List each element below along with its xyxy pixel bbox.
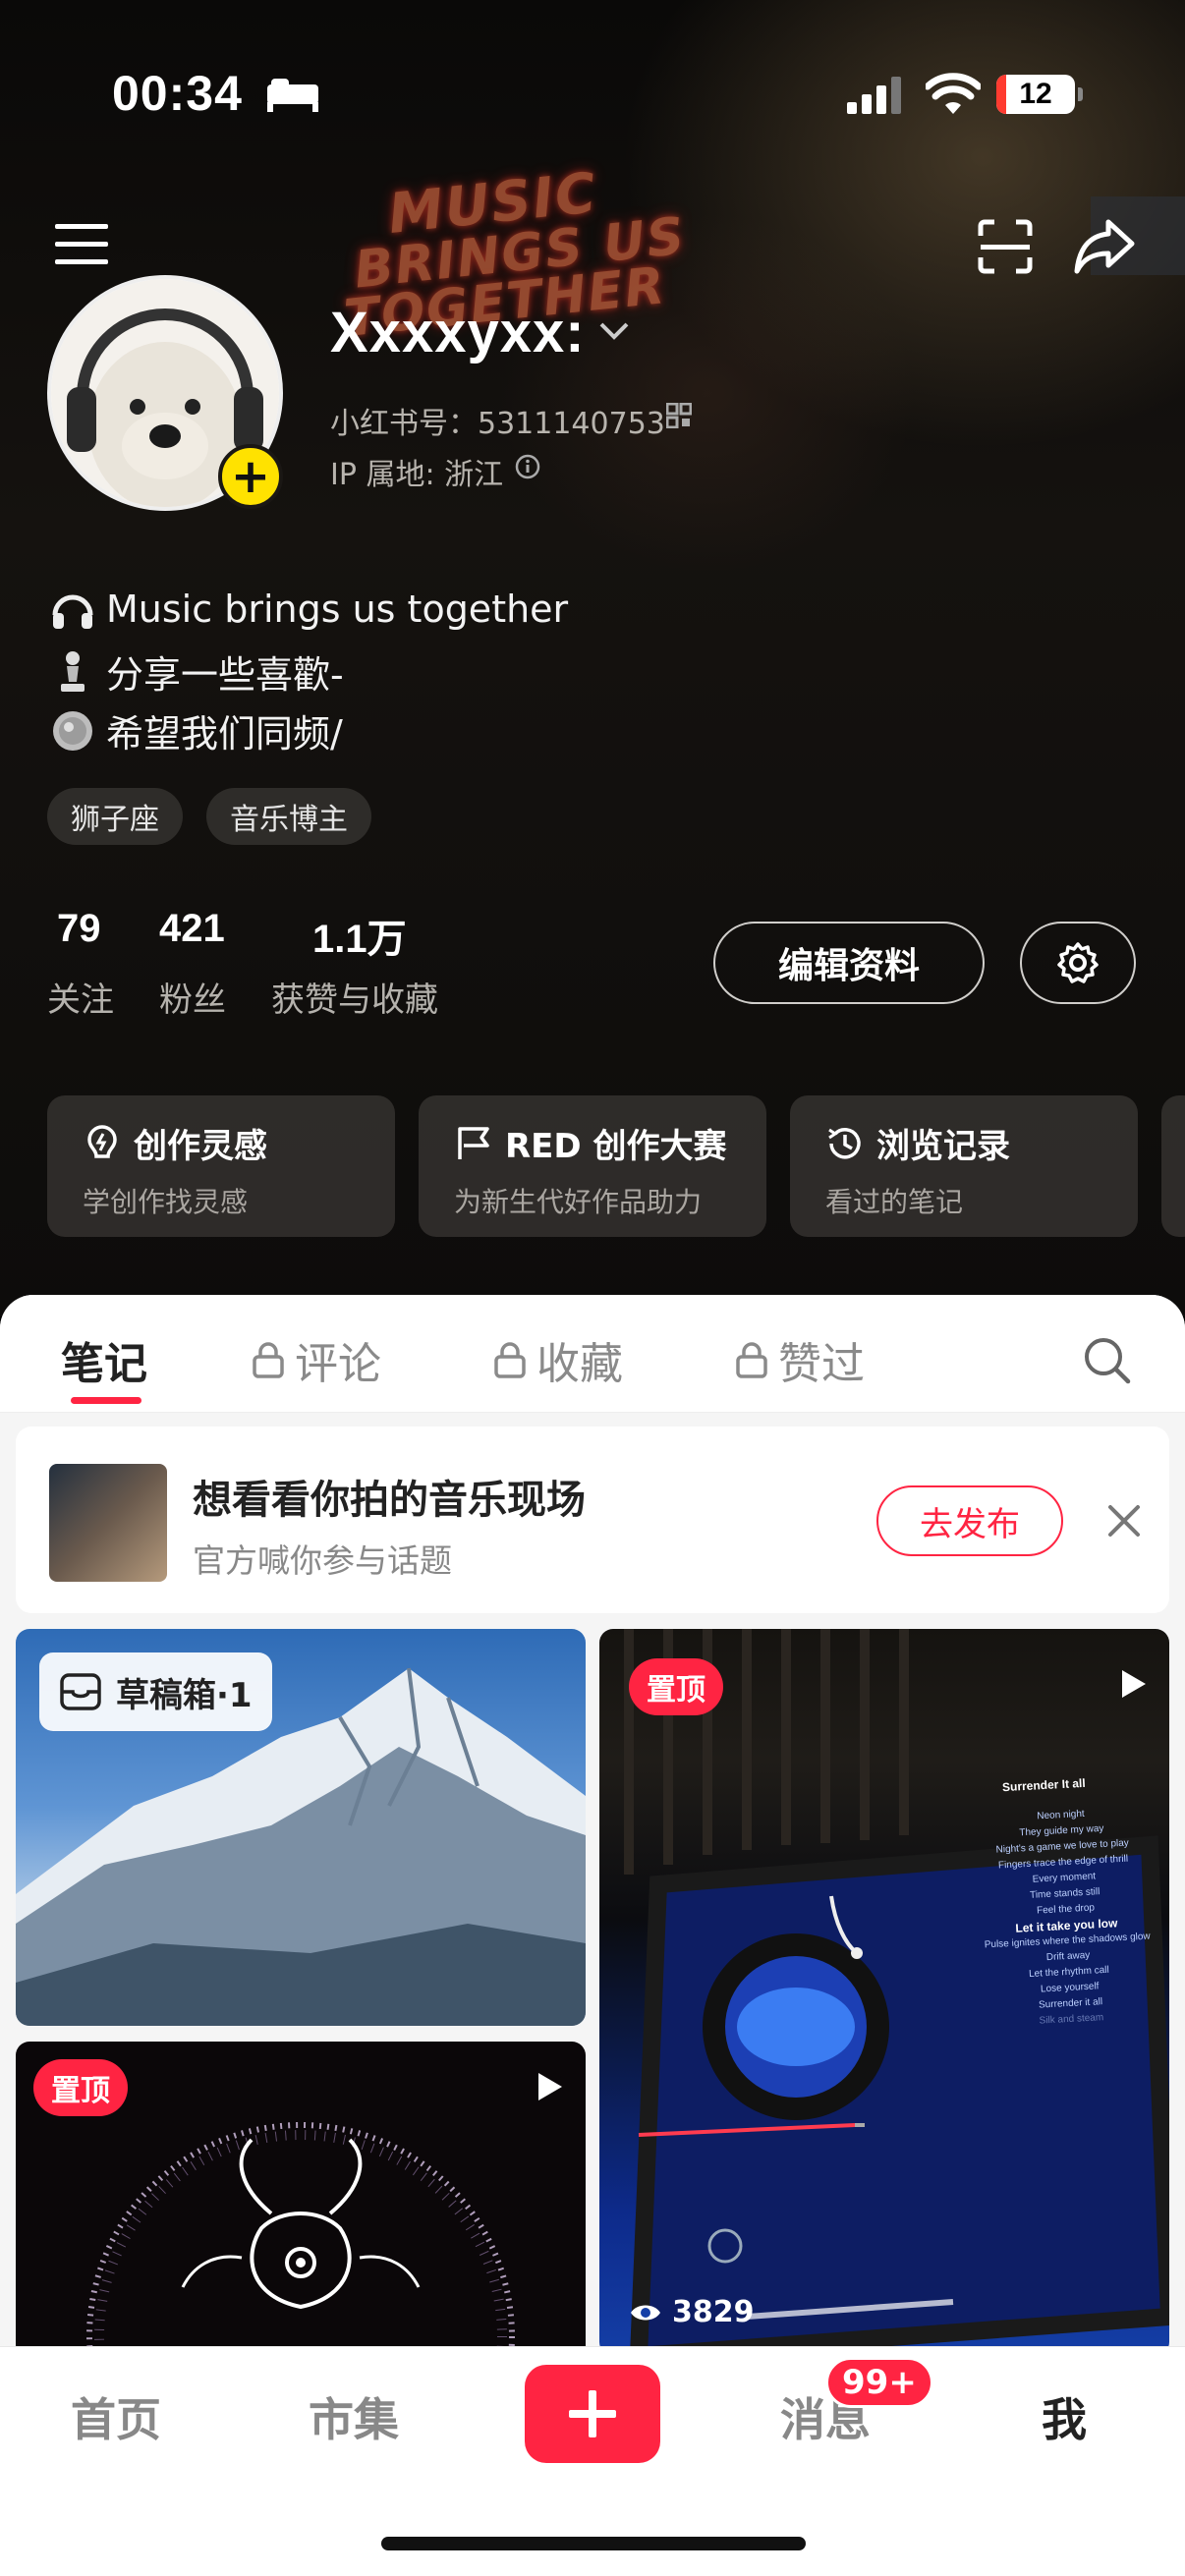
topic-banner[interactable]: 想看看你拍的音乐现场 官方喊你参与话题 去发布	[16, 1427, 1169, 1613]
topic-subtitle: 官方喊你参与话题	[193, 1541, 452, 1580]
card-title: 浏览记录	[876, 1127, 1010, 1166]
nav-me[interactable]: 我	[1042, 2384, 1087, 2449]
topic-thumbnail	[49, 1464, 167, 1582]
card-title: RED 创作大赛	[505, 1127, 727, 1166]
view-count: 3829	[629, 2295, 755, 2329]
bio-line: 分享一些喜歡-	[49, 644, 344, 699]
tab-collections[interactable]: 收藏	[493, 1328, 623, 1391]
chess-pawn-icon	[61, 650, 85, 692]
bio-line: Music brings us together	[49, 586, 568, 633]
home-indicator[interactable]	[381, 2537, 806, 2550]
following-count[interactable]: 79	[57, 907, 101, 951]
gear-icon	[1057, 942, 1099, 983]
card-overflow[interactable]	[1161, 1095, 1185, 1237]
bio-text: Music brings us together	[106, 588, 569, 631]
close-icon[interactable]	[1100, 1497, 1148, 1544]
card-inspiration[interactable]: 创作灵感 学创作找灵感	[47, 1095, 395, 1237]
note-tile-player[interactable]: Surrender It all Neon night They guide my…	[599, 1629, 1169, 2356]
lock-icon	[736, 1342, 767, 1378]
search-icon[interactable]	[1083, 1336, 1132, 1385]
nickname: Xxxxyxx:	[330, 301, 586, 364]
note-tile-drafts[interactable]: 草稿箱·1	[16, 1629, 586, 2026]
lock-icon	[253, 1342, 284, 1378]
pinned-badge: 置顶	[629, 1658, 723, 1715]
tag-zodiac[interactable]: 狮子座	[47, 788, 183, 845]
status-time: 00:34	[112, 66, 243, 121]
post-button[interactable]	[525, 2365, 660, 2463]
flag-icon	[458, 1126, 489, 1159]
drafts-badge[interactable]: 草稿箱·1	[39, 1652, 272, 1731]
inbox-icon	[60, 1673, 101, 1710]
card-subtitle: 看过的笔记	[825, 1186, 964, 1218]
share-icon[interactable]	[1073, 216, 1136, 275]
eye-icon	[631, 2305, 660, 2320]
tag-music-blogger[interactable]: 音乐博主	[206, 788, 371, 845]
video-play-icon	[538, 2073, 562, 2100]
card-title: 创作灵感	[134, 1127, 267, 1166]
qr-code-icon[interactable]	[666, 403, 692, 428]
tab-notes[interactable]: 笔记	[61, 1328, 147, 1391]
video-play-icon	[1122, 1670, 1146, 1698]
plus-icon	[569, 2390, 616, 2437]
card-subtitle: 学创作找灵感	[83, 1186, 249, 1218]
pinned-badge: 置顶	[33, 2059, 128, 2116]
following-label[interactable]: 关注	[47, 973, 114, 1021]
messages-badge: 99+	[825, 2357, 933, 2408]
info-icon[interactable]	[515, 454, 540, 479]
headphones-icon	[52, 594, 93, 629]
card-subtitle: 为新生代好作品助力	[454, 1186, 703, 1218]
likes-collects-label[interactable]: 获赞与收藏	[271, 973, 438, 1021]
nav-market[interactable]: 市集	[309, 2384, 399, 2449]
clock-icon	[828, 1127, 861, 1159]
menu-icon[interactable]	[55, 222, 110, 265]
battery-indicator: 12	[996, 75, 1083, 114]
settings-button[interactable]	[1020, 922, 1136, 1004]
chevron-down-icon[interactable]	[597, 320, 631, 342]
tab-bar: 笔记 评论 收藏 赞过	[0, 1295, 1185, 1413]
tab-liked[interactable]: 赞过	[735, 1328, 865, 1391]
ip-location: IP 属地: 浙江	[330, 458, 504, 492]
tab-comments[interactable]: 评论	[252, 1328, 381, 1391]
active-tab-indicator	[71, 1397, 141, 1404]
card-history[interactable]: 浏览记录 看过的笔记	[790, 1095, 1138, 1237]
sleep-focus-icon	[267, 79, 318, 112]
likes-collects-count[interactable]: 1.1万	[312, 907, 407, 964]
followers-label[interactable]: 粉丝	[159, 973, 226, 1021]
card-red-contest[interactable]: RED 创作大赛 为新生代好作品助力	[419, 1095, 766, 1237]
bio-text: 分享一些喜歡-	[106, 653, 344, 697]
lock-icon	[494, 1342, 526, 1378]
followers-count[interactable]: 421	[159, 907, 225, 951]
edit-profile-button[interactable]: 编辑资料	[713, 922, 985, 1004]
drafts-label: 草稿箱·1	[116, 1675, 253, 1715]
signal-icon	[847, 77, 901, 114]
bulb-icon	[87, 1124, 117, 1158]
red-id: 小红书号：5311140753	[330, 407, 665, 441]
add-avatar-badge[interactable]: +	[218, 444, 283, 509]
scan-icon[interactable]	[977, 218, 1034, 275]
nav-home[interactable]: 首页	[71, 2384, 161, 2449]
bio-text: 希望我们同频/	[106, 712, 343, 756]
publish-button[interactable]: 去发布	[876, 1485, 1063, 1556]
coin-icon	[53, 710, 92, 751]
topic-title: 想看看你拍的音乐现场	[193, 1478, 586, 1523]
bio-line: 希望我们同频/	[49, 703, 343, 757]
lyrics-list: Neon night They guide my way Night's a gam…	[984, 1808, 1151, 2027]
wifi-icon	[926, 73, 981, 114]
